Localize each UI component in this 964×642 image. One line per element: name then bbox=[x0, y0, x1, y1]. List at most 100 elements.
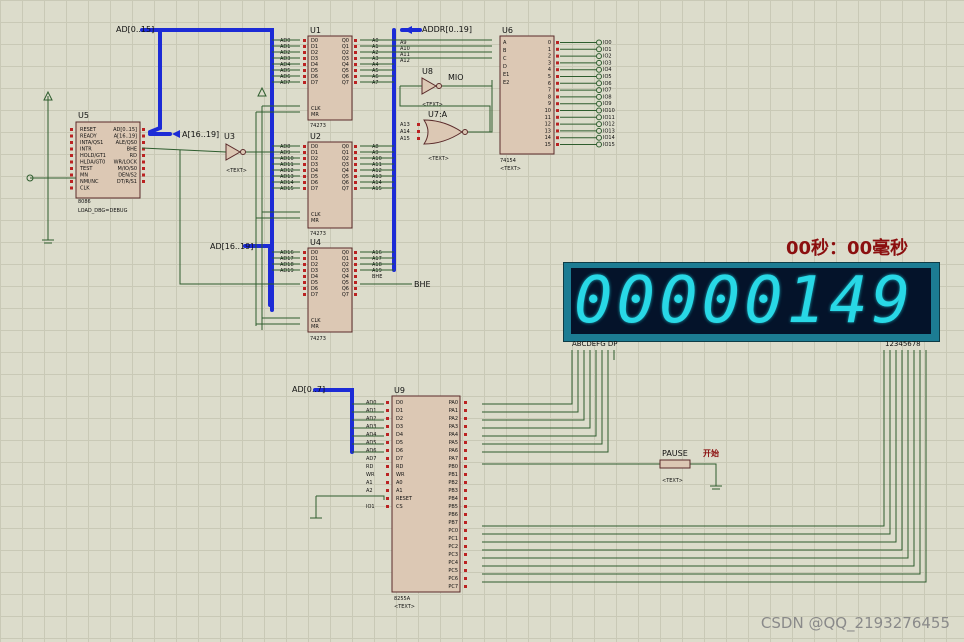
u8-not-gate[interactable] bbox=[421, 77, 438, 95]
u9-rmark-15[interactable] bbox=[464, 521, 467, 524]
u5-pin-mark-6[interactable] bbox=[70, 167, 73, 170]
u1-dmark-2[interactable] bbox=[303, 51, 306, 54]
u5-rpin-mark-1[interactable] bbox=[142, 134, 145, 138]
u6-omark-3[interactable] bbox=[556, 61, 559, 65]
u5-pin-mark-1[interactable] bbox=[70, 134, 73, 138]
u1-qmark-5[interactable] bbox=[354, 69, 357, 72]
u9-rmark-9[interactable] bbox=[464, 473, 467, 476]
u9-rmark-7[interactable] bbox=[464, 457, 467, 460]
u9-rmark-8[interactable] bbox=[464, 465, 467, 468]
u5-rpin-mark-2[interactable] bbox=[142, 141, 145, 144]
u9-rmark-13[interactable] bbox=[464, 505, 467, 508]
u2-dmark-5[interactable] bbox=[303, 175, 306, 178]
bus-addr-top[interactable] bbox=[392, 28, 422, 272]
u7-nor-gate[interactable] bbox=[423, 119, 463, 145]
bus-ad-top[interactable] bbox=[140, 28, 274, 134]
u6-omark-5[interactable] bbox=[556, 75, 559, 78]
u6-terminal-9[interactable] bbox=[596, 100, 602, 107]
u5-pin-mark-4[interactable] bbox=[70, 154, 73, 157]
u4-dmark-1[interactable] bbox=[303, 257, 306, 260]
u9-rmark-11[interactable] bbox=[464, 489, 467, 492]
u6-omark-7[interactable] bbox=[556, 88, 559, 92]
u9-lmark-6[interactable] bbox=[386, 449, 389, 452]
u4-dmark-4[interactable] bbox=[303, 275, 306, 278]
u5-pin-mark-3[interactable] bbox=[70, 147, 73, 151]
u1-dmark-6[interactable] bbox=[303, 75, 306, 78]
u7-inmark-2[interactable] bbox=[417, 137, 420, 140]
u2-dmark-6[interactable] bbox=[303, 181, 306, 184]
u1-qmark-6[interactable] bbox=[354, 75, 357, 78]
u2-qmark-3[interactable] bbox=[354, 163, 357, 166]
u2-dmark-7[interactable] bbox=[303, 187, 306, 190]
u9-lmark-12[interactable] bbox=[386, 497, 389, 500]
u5-pin-mark-8[interactable] bbox=[70, 180, 73, 183]
u6-terminal-8[interactable] bbox=[596, 93, 602, 100]
u6-terminal-6[interactable] bbox=[596, 80, 602, 87]
u1-dmark-7[interactable] bbox=[303, 81, 306, 84]
u2-qmark-4[interactable] bbox=[354, 169, 357, 172]
u6-terminal-5[interactable] bbox=[596, 73, 602, 80]
u6-terminal-1[interactable] bbox=[596, 46, 602, 53]
u4-qmark-6[interactable] bbox=[354, 287, 357, 290]
u2-qmark-7[interactable] bbox=[354, 187, 357, 190]
u5-pin-mark-5[interactable] bbox=[70, 160, 73, 164]
u6-terminal-7[interactable] bbox=[596, 87, 602, 94]
u4-dmark-2[interactable] bbox=[303, 263, 306, 266]
u1-dmark-3[interactable] bbox=[303, 57, 306, 60]
u9-lmark-5[interactable] bbox=[386, 441, 389, 444]
u7-inmark-1[interactable] bbox=[417, 130, 420, 133]
u5-pin-mark-9[interactable] bbox=[70, 186, 73, 190]
u9-lmark-13[interactable] bbox=[386, 505, 389, 508]
u6-terminal-10[interactable] bbox=[596, 107, 602, 114]
u9-rmark-12[interactable] bbox=[464, 497, 467, 500]
pause-switch[interactable] bbox=[659, 459, 691, 469]
u9-lmark-1[interactable] bbox=[386, 409, 389, 412]
u9-rmark-19[interactable] bbox=[464, 553, 467, 556]
u9-lmark-11[interactable] bbox=[386, 489, 389, 492]
u4-qmark-5[interactable] bbox=[354, 281, 357, 284]
u5-rpin-mark-6[interactable] bbox=[142, 167, 145, 170]
u9-rmark-17[interactable] bbox=[464, 537, 467, 540]
u6-terminal-3[interactable] bbox=[596, 59, 602, 66]
u6-omark-12[interactable] bbox=[556, 122, 559, 126]
u2-dmark-0[interactable] bbox=[303, 145, 306, 148]
u1-qmark-0[interactable] bbox=[354, 39, 357, 42]
u4-qmark-4[interactable] bbox=[354, 275, 357, 278]
u6-terminal-15[interactable] bbox=[596, 141, 602, 148]
u9-rmark-23[interactable] bbox=[464, 585, 467, 588]
u1-dmark-1[interactable] bbox=[303, 45, 306, 48]
u9-rmark-20[interactable] bbox=[464, 561, 467, 564]
u6-omark-0[interactable] bbox=[556, 41, 559, 44]
u9-lmark-0[interactable] bbox=[386, 401, 389, 404]
u9-rmark-14[interactable] bbox=[464, 513, 467, 516]
u9-rmark-16[interactable] bbox=[464, 529, 467, 532]
u5-pin-mark-2[interactable] bbox=[70, 141, 73, 144]
u1-qmark-7[interactable] bbox=[354, 81, 357, 84]
u5-rpin-mark-4[interactable] bbox=[142, 154, 145, 157]
u9-rmark-4[interactable] bbox=[464, 433, 467, 436]
u9-rmark-5[interactable] bbox=[464, 441, 467, 444]
u2-qmark-6[interactable] bbox=[354, 181, 357, 184]
u4-qmark-3[interactable] bbox=[354, 269, 357, 272]
u5-rpin-mark-7[interactable] bbox=[142, 173, 145, 177]
u2-qmark-0[interactable] bbox=[354, 145, 357, 148]
u2-qmark-1[interactable] bbox=[354, 151, 357, 154]
u4-dmark-0[interactable] bbox=[303, 251, 306, 254]
u2-qmark-5[interactable] bbox=[354, 175, 357, 178]
u9-lmark-10[interactable] bbox=[386, 481, 389, 484]
u6-terminal-13[interactable] bbox=[596, 127, 602, 134]
u9-rmark-22[interactable] bbox=[464, 577, 467, 580]
u6-omark-6[interactable] bbox=[556, 81, 559, 85]
u5-rpin-mark-8[interactable] bbox=[142, 180, 145, 183]
u2-dmark-4[interactable] bbox=[303, 169, 306, 172]
u7-inmark-0[interactable] bbox=[417, 123, 420, 126]
u6-terminal-4[interactable] bbox=[596, 66, 602, 73]
u6-terminal-11[interactable] bbox=[596, 114, 602, 121]
u9-lmark-4[interactable] bbox=[386, 433, 389, 436]
u9-lmark-8[interactable] bbox=[386, 465, 389, 468]
u2-qmark-2[interactable] bbox=[354, 157, 357, 160]
u5-pin-mark-0[interactable] bbox=[70, 128, 73, 131]
u5-rpin-mark-0[interactable] bbox=[142, 128, 145, 131]
u4-dmark-7[interactable] bbox=[303, 293, 306, 296]
u4-dmark-3[interactable] bbox=[303, 269, 306, 272]
